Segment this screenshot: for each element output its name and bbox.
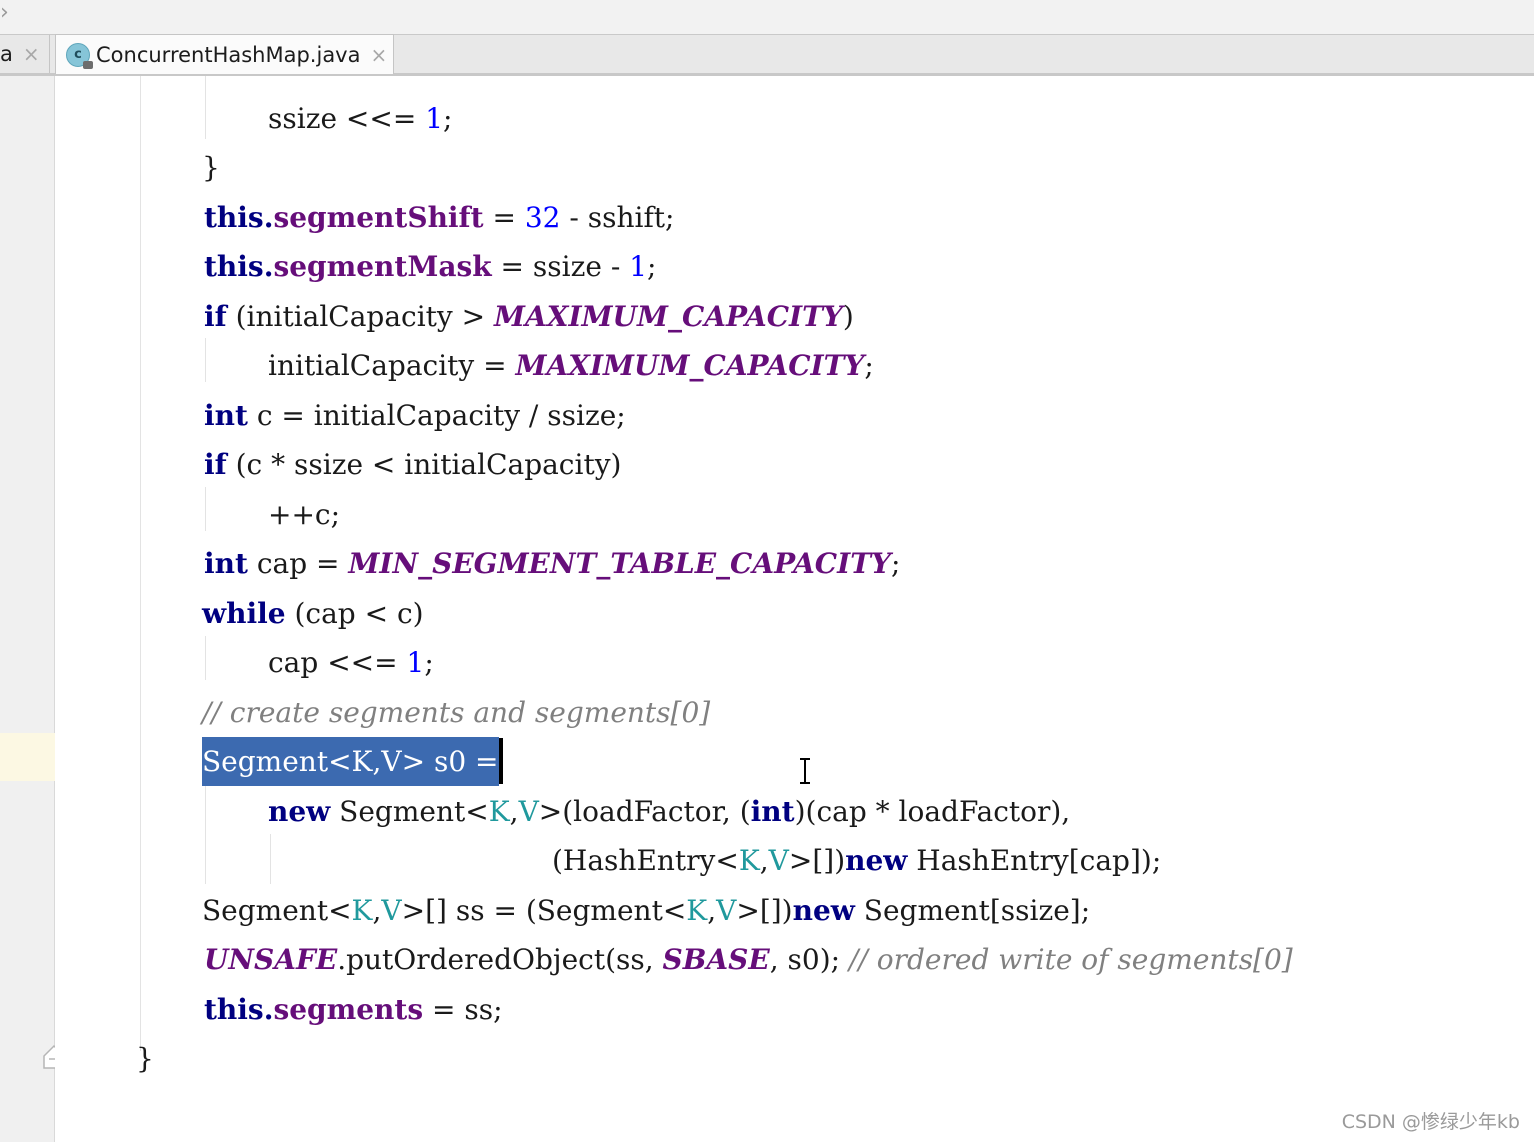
ide-window: › a × c ConcurrentHashMap.java × ssize <… [0, 0, 1534, 1142]
code-line[interactable]: ssize <<= 1; [268, 94, 452, 143]
indent-guide [205, 487, 206, 531]
tab-previous-file[interactable]: a × [0, 35, 50, 73]
indent-guide [270, 834, 271, 884]
code-line[interactable]: int c = initialCapacity / ssize; [204, 391, 626, 440]
code-line[interactable]: } [202, 143, 220, 192]
watermark: CSDN @惨绿少年kb [1341, 1111, 1520, 1133]
text-caret [498, 737, 503, 784]
code-line[interactable]: while (cap < c) [202, 589, 424, 638]
code-editor[interactable]: ssize <<= 1; } this.segmentShift = 32 - … [55, 76, 1534, 1142]
code-line[interactable]: if (initialCapacity > MAXIMUM_CAPACITY) [204, 292, 854, 341]
code-line[interactable]: this.segments = ss; [204, 985, 503, 1034]
indent-guide [205, 76, 206, 139]
class-icon-letter: c [74, 47, 82, 62]
close-icon[interactable]: × [23, 42, 40, 66]
code-line[interactable]: cap <<= 1; [268, 638, 434, 687]
code-line-selected[interactable]: Segment<K,V> s0 = [202, 737, 503, 786]
code-line[interactable]: } [136, 1034, 154, 1083]
code-line[interactable]: Segment<K,V>[] ss = (Segment<K,V>[])new … [202, 886, 1090, 935]
indent-guide [205, 338, 206, 382]
tab-label: a [0, 42, 13, 66]
code-line[interactable]: UNSAFE.putOrderedObject(ss, SBASE, s0); … [204, 935, 1293, 984]
tab-concurrenthashmap-java[interactable]: c ConcurrentHashMap.java × [55, 34, 394, 74]
editor-tab-bar: a × c ConcurrentHashMap.java × [0, 34, 1534, 76]
indent-guide [140, 76, 141, 1051]
code-line[interactable]: this.segmentMask = ssize - 1; [204, 242, 656, 291]
editor-gutter[interactable] [0, 76, 55, 1142]
code-line[interactable]: new Segment<K,V>(loadFactor, (int)(cap *… [268, 787, 1070, 836]
lock-icon [83, 60, 93, 69]
class-icon: c [66, 42, 93, 69]
indent-guide [205, 784, 206, 884]
code-line[interactable]: this.segmentShift = 32 - sshift; [204, 193, 675, 242]
text-cursor-icon [800, 758, 810, 784]
indent-guide [205, 636, 206, 680]
code-line[interactable]: ++c; [268, 490, 340, 539]
chevron-right-icon[interactable]: › [0, 2, 9, 24]
close-icon[interactable]: × [370, 43, 387, 67]
selected-text[interactable]: Segment<K,V> s0 = [202, 737, 499, 786]
tab-label: ConcurrentHashMap.java [96, 42, 361, 67]
code-line[interactable]: initialCapacity = MAXIMUM_CAPACITY; [268, 341, 874, 390]
code-line[interactable]: // create segments and segments[0] [202, 688, 710, 737]
code-line[interactable]: if (c * ssize < initialCapacity) [204, 440, 621, 489]
navigation-bar: › [0, 0, 1534, 35]
code-line[interactable]: (HashEntry<K,V>[])new HashEntry[cap]); [552, 836, 1161, 885]
code-line[interactable]: int cap = MIN_SEGMENT_TABLE_CAPACITY; [204, 539, 900, 588]
